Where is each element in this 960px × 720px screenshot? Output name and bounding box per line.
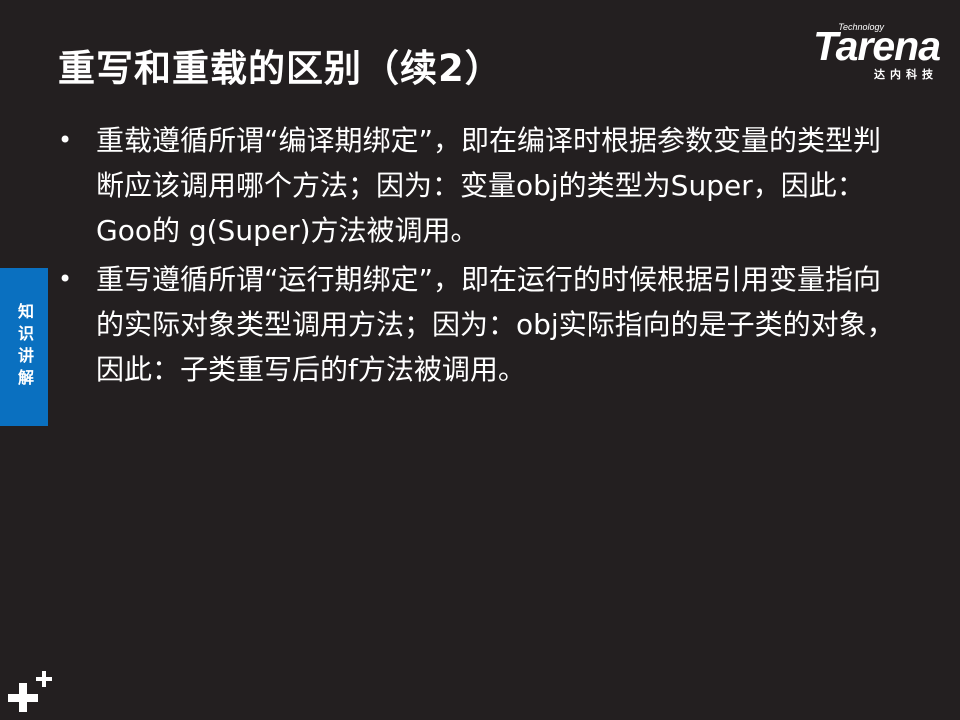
bullet-text: 重载遵循所谓“编译期绑定”，即在编译时根据参数变量的类型判断应该调用哪个方法；因… xyxy=(96,124,882,247)
side-tab-label: 知识讲解 xyxy=(15,303,34,391)
bullet-marker: • xyxy=(58,126,73,154)
slide: 重写和重载的区别（续2） Technology Tarena 达内科技 知识讲解… xyxy=(0,0,960,720)
bullet-item-override: • 重写遵循所谓“运行期绑定”，即在运行的时候根据引用变量指向的实际对象类型调用… xyxy=(58,257,898,392)
plus-decoration-icon xyxy=(8,671,52,712)
logo-brand-text: Tarena xyxy=(813,23,941,69)
side-tab-knowledge: 知识讲解 xyxy=(0,268,48,426)
bullet-list: • 重载遵循所谓“编译期绑定”，即在编译时根据参数变量的类型判断应该调用哪个方法… xyxy=(58,118,898,396)
tarena-logo: Technology Tarena 达内科技 xyxy=(776,20,944,84)
bullet-text: 重写遵循所谓“运行期绑定”，即在运行的时候根据引用变量指向的实际对象类型调用方法… xyxy=(96,263,895,386)
logo-chinese-text: 达内科技 xyxy=(874,68,938,81)
bullet-marker: • xyxy=(58,265,73,293)
slide-title: 重写和重载的区别（续2） xyxy=(58,47,503,90)
bullet-item-overload: • 重载遵循所谓“编译期绑定”，即在编译时根据参数变量的类型判断应该调用哪个方法… xyxy=(58,118,898,253)
